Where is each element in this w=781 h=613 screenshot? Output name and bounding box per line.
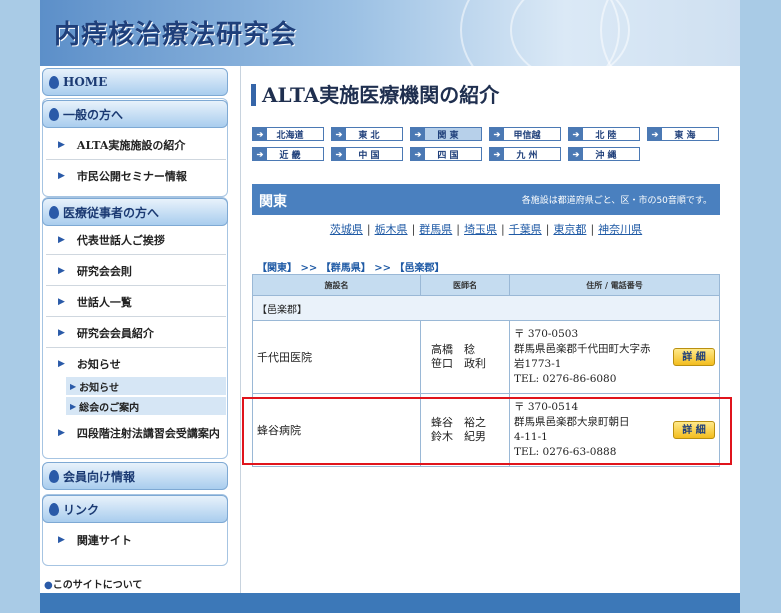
sidebar-item-related-sites[interactable]: ▶ 関連サイト bbox=[46, 525, 226, 555]
prefecture-links: 茨城県 | 栃木県 | 群馬県 | 埼玉県 | 千葉県 | 東京都 | 神奈川県 bbox=[329, 223, 643, 236]
page-title: ALTA実施医療機関の紹介 bbox=[251, 84, 499, 106]
region-button-chugoku[interactable]: ➔ 中 国 bbox=[331, 147, 403, 161]
triangle-right-icon: ▶ bbox=[70, 381, 77, 391]
column-header-facility: 施設名 bbox=[252, 274, 421, 296]
address-cell: 〒 370-0503 群馬県邑楽郡千代田町大字赤 岩1773-1 TEL: 02… bbox=[509, 320, 720, 394]
prefecture-link-tokyo[interactable]: 東京都 bbox=[553, 223, 586, 236]
sidebar: HOME 一般の方へ ▶ ALTA実施施設の紹介 ▶ 市民公開セミナー情報 医療… bbox=[40, 66, 230, 593]
table-header-row: 施設名 医師名 住所 / 電話番号 bbox=[252, 274, 720, 296]
arrow-right-icon: ➔ bbox=[411, 128, 425, 140]
region-header: 関東 各施設は都道府県ごと、区・市の50音順です。 bbox=[252, 184, 720, 215]
triangle-right-icon: ▶ bbox=[58, 171, 65, 181]
sidebar-link-heading[interactable]: リンク bbox=[42, 495, 228, 523]
detail-button[interactable]: 詳 細 bbox=[673, 348, 715, 366]
drop-icon bbox=[49, 205, 59, 219]
drop-icon bbox=[49, 469, 59, 483]
sidebar-item-greeting[interactable]: ▶ 代表世話人ご挨拶 bbox=[46, 225, 226, 255]
prefecture-link-chiba[interactable]: 千葉県 bbox=[509, 223, 542, 236]
sidebar-item-organizers[interactable]: ▶ 世話人一覧 bbox=[46, 287, 226, 317]
arrow-right-icon: ➔ bbox=[569, 148, 583, 160]
triangle-right-icon: ▶ bbox=[58, 139, 65, 150]
breadcrumb: 【関東】 >> 【群馬県】 >> 【邑楽郡】 bbox=[257, 263, 445, 274]
arrow-right-icon: ➔ bbox=[490, 128, 504, 140]
sidebar-item-course[interactable]: ▶ 四段階注射法講習会受講案内 bbox=[46, 418, 226, 448]
arrow-right-icon: ➔ bbox=[332, 128, 346, 140]
region-button-tokai[interactable]: ➔ 東 海 bbox=[647, 127, 719, 141]
drop-icon bbox=[49, 502, 59, 516]
region-button-shikoku[interactable]: ➔ 四 国 bbox=[410, 147, 482, 161]
sidebar-general-heading[interactable]: 一般の方へ bbox=[42, 100, 228, 128]
arrow-right-icon: ➔ bbox=[253, 148, 267, 160]
triangle-right-icon: ▶ bbox=[58, 296, 65, 307]
column-header-address: 住所 / 電話番号 bbox=[509, 274, 720, 296]
sidebar-medical-heading[interactable]: 医療従事者の方へ bbox=[42, 198, 228, 226]
arrow-right-icon: ➔ bbox=[332, 148, 346, 160]
prefecture-link-tochigi[interactable]: 栃木県 bbox=[375, 223, 408, 236]
page: 内痔核治療法研究会 HOME 一般の方へ ▶ ALTA実施施設の紹介 ▶ 市民公… bbox=[40, 0, 740, 613]
breadcrumb-kanto[interactable]: 【関東】 bbox=[257, 263, 297, 274]
doctor-names: 高橋 稔 笹口 政利 bbox=[420, 320, 510, 394]
group-label: 【邑楽郡】 bbox=[252, 295, 720, 321]
sidebar-item-members[interactable]: ▶ 研究会会員紹介 bbox=[46, 318, 226, 348]
sidebar-item-seminar[interactable]: ▶ 市民公開セミナー情報 bbox=[46, 161, 226, 191]
about-site-link[interactable]: ●このサイトについて bbox=[44, 576, 142, 591]
triangle-right-icon: ▶ bbox=[58, 234, 65, 245]
footer-band bbox=[40, 593, 740, 613]
site-title[interactable]: 内痔核治療法研究会 bbox=[54, 14, 297, 51]
region-button-kyushu[interactable]: ➔ 九 州 bbox=[489, 147, 561, 161]
region-button-kinki[interactable]: ➔ 近 畿 bbox=[252, 147, 324, 161]
region-button-kanto[interactable]: ➔ 関 東 bbox=[410, 127, 482, 141]
sidebar-sub-news[interactable]: ▶ お知らせ bbox=[66, 377, 226, 395]
arrow-right-icon: ➔ bbox=[490, 148, 504, 160]
breadcrumb-gunma[interactable]: 【群馬県】 bbox=[321, 263, 371, 274]
prefecture-link-gunma[interactable]: 群馬県 bbox=[419, 223, 452, 236]
prefecture-link-saitama[interactable]: 埼玉県 bbox=[464, 223, 497, 236]
sidebar-item-rules[interactable]: ▶ 研究会会則 bbox=[46, 256, 226, 286]
region-button-hokkaido[interactable]: ➔ 北海道 bbox=[252, 127, 324, 141]
drop-icon bbox=[49, 75, 59, 89]
region-button-okinawa[interactable]: ➔ 沖 縄 bbox=[568, 147, 640, 161]
region-name: 関東 bbox=[259, 194, 287, 210]
region-button-tohoku[interactable]: ➔ 東 北 bbox=[331, 127, 403, 141]
table-group-row: 【邑楽郡】 bbox=[252, 295, 720, 321]
column-header-doctor: 医師名 bbox=[420, 274, 510, 296]
highlight-box bbox=[242, 397, 732, 465]
site-banner: 内痔核治療法研究会 bbox=[40, 0, 740, 66]
arrow-right-icon: ➔ bbox=[411, 148, 425, 160]
sidebar-home[interactable]: HOME bbox=[42, 68, 228, 96]
table-row: 千代田医院 高橋 稔 笹口 政利 〒 370-0503 群馬県邑楽郡千代田町大字… bbox=[252, 320, 720, 394]
triangle-right-icon: ▶ bbox=[58, 428, 65, 438]
sidebar-item-alta-facilities[interactable]: ▶ ALTA実施施設の紹介 bbox=[46, 130, 226, 160]
triangle-right-icon: ▶ bbox=[58, 265, 65, 276]
arrow-right-icon: ➔ bbox=[253, 128, 267, 140]
drop-icon bbox=[49, 107, 59, 121]
triangle-right-icon: ▶ bbox=[58, 359, 65, 369]
arrow-right-icon: ➔ bbox=[569, 128, 583, 140]
prefecture-link-ibaraki[interactable]: 茨城県 bbox=[330, 223, 363, 236]
arrow-right-icon: ➔ bbox=[648, 128, 662, 140]
sidebar-member-heading[interactable]: 会員向け情報 bbox=[42, 462, 228, 490]
bullet-icon: ● bbox=[44, 580, 53, 591]
region-button-koshinetsu[interactable]: ➔ 甲信越 bbox=[489, 127, 561, 141]
prefecture-link-kanagawa[interactable]: 神奈川県 bbox=[598, 223, 642, 236]
region-button-hokuriku[interactable]: ➔ 北 陸 bbox=[568, 127, 640, 141]
sidebar-item-news[interactable]: ▶ お知らせ bbox=[46, 349, 226, 379]
breadcrumb-oura[interactable]: 【邑楽郡】 bbox=[394, 263, 444, 274]
main-content: ALTA実施医療機関の紹介 ➔ 北海道 ➔ 東 北 ➔ 関 東 ➔ 甲信越 ➔ 北 陸 ➔… bbox=[240, 66, 732, 593]
sidebar-home-label: HOME bbox=[63, 75, 108, 89]
region-note: 各施設は都道府県ごと、区・市の50音順です。 bbox=[521, 196, 712, 206]
triangle-right-icon: ▶ bbox=[70, 401, 77, 411]
triangle-right-icon: ▶ bbox=[58, 535, 65, 545]
facility-name: 千代田医院 bbox=[252, 320, 421, 394]
triangle-right-icon: ▶ bbox=[58, 327, 65, 338]
sidebar-sub-general-meeting[interactable]: ▶ 総会のご案内 bbox=[66, 397, 226, 415]
